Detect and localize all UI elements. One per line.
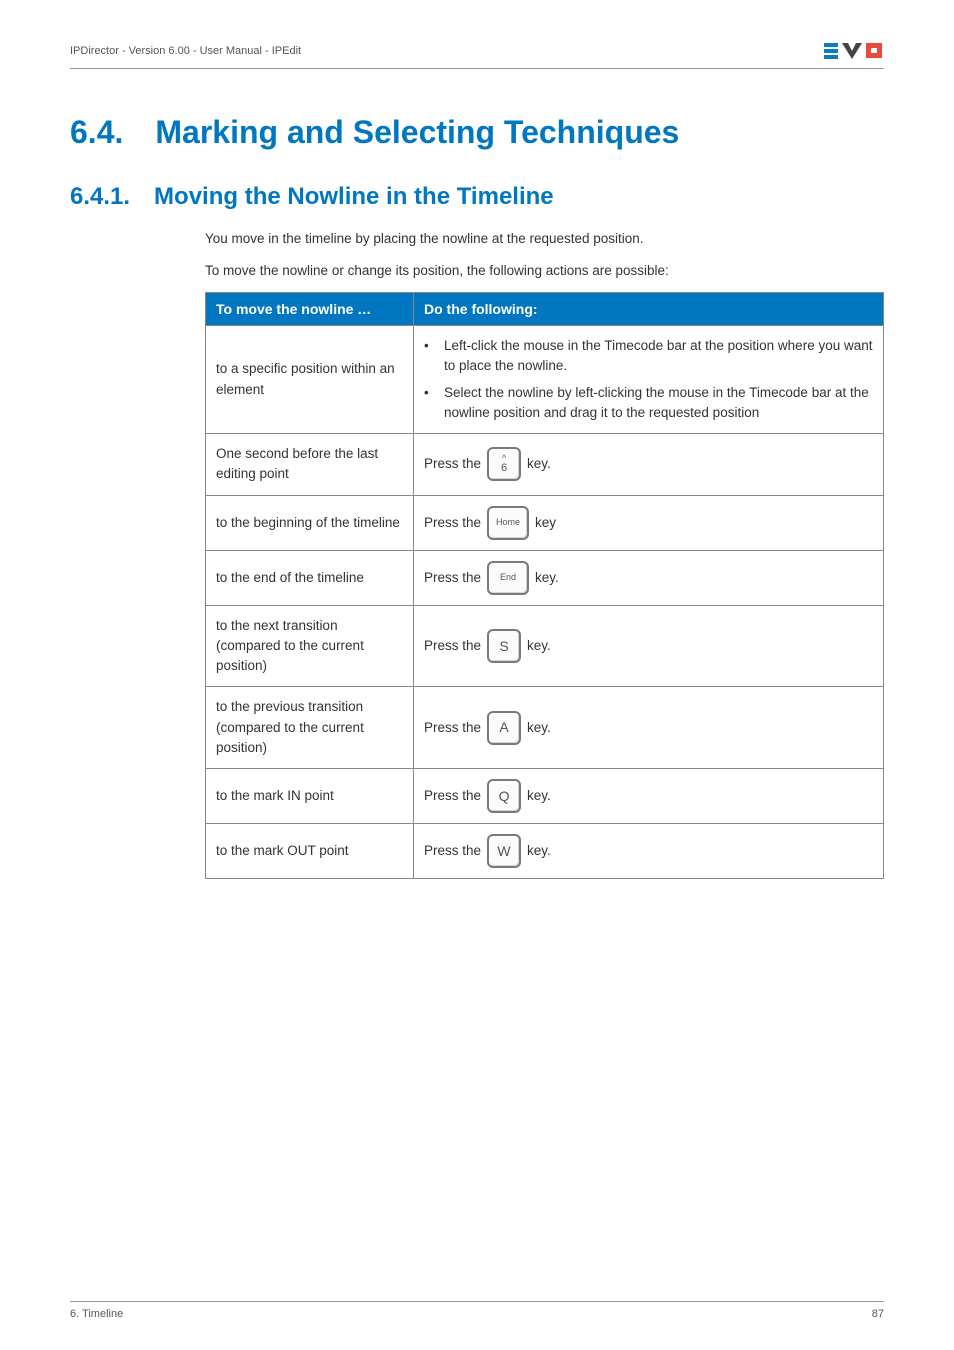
bullet-icon: • — [424, 336, 434, 377]
key-caret-6-icon: ^6 — [487, 447, 521, 481]
table-row: to the mark IN point Press the Q key. — [206, 769, 884, 824]
table-row: to the end of the timeline Press the End… — [206, 550, 884, 605]
row-left: to the mark OUT point — [206, 824, 414, 879]
press-label: Press the — [424, 786, 481, 806]
key-suffix: key — [535, 513, 556, 533]
nowline-table: To move the nowline … Do the following: … — [205, 292, 884, 879]
key-suffix: key. — [535, 568, 559, 588]
section-heading-6-4: 6.4. Marking and Selecting Techniques — [70, 114, 884, 151]
table-row: to the next transition (compared to the … — [206, 605, 884, 687]
press-label: Press the — [424, 568, 481, 588]
header-bar: IPDirector - Version 6.00 - User Manual … — [70, 40, 884, 69]
press-label: Press the — [424, 513, 481, 533]
intro-paragraph-2: To move the nowline or change its positi… — [205, 261, 884, 281]
row-right: Press the End key. — [414, 550, 884, 605]
press-label: Press the — [424, 636, 481, 656]
key-q-icon: Q — [487, 779, 521, 813]
key-home-icon: Home — [487, 506, 529, 540]
row-left: One second before the last editing point — [206, 434, 414, 496]
row-left: to the mark IN point — [206, 769, 414, 824]
key-suffix: key. — [527, 841, 551, 861]
key-suffix: key. — [527, 718, 551, 738]
row-right: Press the S key. — [414, 605, 884, 687]
row-left: to the next transition (compared to the … — [206, 605, 414, 687]
row-right: Press the Home key — [414, 495, 884, 550]
row-left: to the beginning of the timeline — [206, 495, 414, 550]
key-suffix: key. — [527, 636, 551, 656]
bullet-text: Select the nowline by left-clicking the … — [444, 383, 873, 424]
key-suffix: key. — [527, 786, 551, 806]
table-header-do: Do the following: — [414, 293, 884, 326]
h1-title: Marking and Selecting Techniques — [155, 114, 679, 151]
row-left: to a specific position within an element — [206, 326, 414, 434]
h2-number: 6.4.1. — [70, 183, 130, 211]
table-row: to the previous transition (compared to … — [206, 687, 884, 769]
key-end-icon: End — [487, 561, 529, 595]
press-label: Press the — [424, 454, 481, 474]
table-header-move: To move the nowline … — [206, 293, 414, 326]
table-row: One second before the last editing point… — [206, 434, 884, 496]
row-right: Press the W key. — [414, 824, 884, 879]
table-row: to a specific position within an element… — [206, 326, 884, 434]
h1-number: 6.4. — [70, 114, 123, 151]
row-left: to the end of the timeline — [206, 550, 414, 605]
row-right: Press the ^6 key. — [414, 434, 884, 496]
footer-left: 6. Timeline — [70, 1308, 123, 1320]
row-right: Press the A key. — [414, 687, 884, 769]
table-row: to the mark OUT point Press the W key. — [206, 824, 884, 879]
subsection-heading-6-4-1: 6.4.1. Moving the Nowline in the Timelin… — [70, 183, 884, 211]
table-row: to the beginning of the timeline Press t… — [206, 495, 884, 550]
footer-page-number: 87 — [872, 1308, 884, 1320]
press-label: Press the — [424, 718, 481, 738]
evs-logo — [824, 40, 884, 62]
key-a-icon: A — [487, 711, 521, 745]
row-right: Press the Q key. — [414, 769, 884, 824]
key-w-icon: W — [487, 834, 521, 868]
key-s-icon: S — [487, 629, 521, 663]
footer-bar: 6. Timeline 87 — [70, 1301, 884, 1320]
row-right: •Left-click the mouse in the Timecode ba… — [414, 326, 884, 434]
page: IPDirector - Version 6.00 - User Manual … — [0, 0, 954, 1350]
bullet-icon: • — [424, 383, 434, 424]
bullet-text: Left-click the mouse in the Timecode bar… — [444, 336, 873, 377]
row-left: to the previous transition (compared to … — [206, 687, 414, 769]
h2-title: Moving the Nowline in the Timeline — [154, 183, 554, 211]
press-label: Press the — [424, 841, 481, 861]
header-left-text: IPDirector - Version 6.00 - User Manual … — [70, 45, 301, 57]
key-suffix: key. — [527, 454, 551, 474]
intro-paragraph-1: You move in the timeline by placing the … — [205, 229, 884, 249]
body-content: You move in the timeline by placing the … — [205, 229, 884, 879]
